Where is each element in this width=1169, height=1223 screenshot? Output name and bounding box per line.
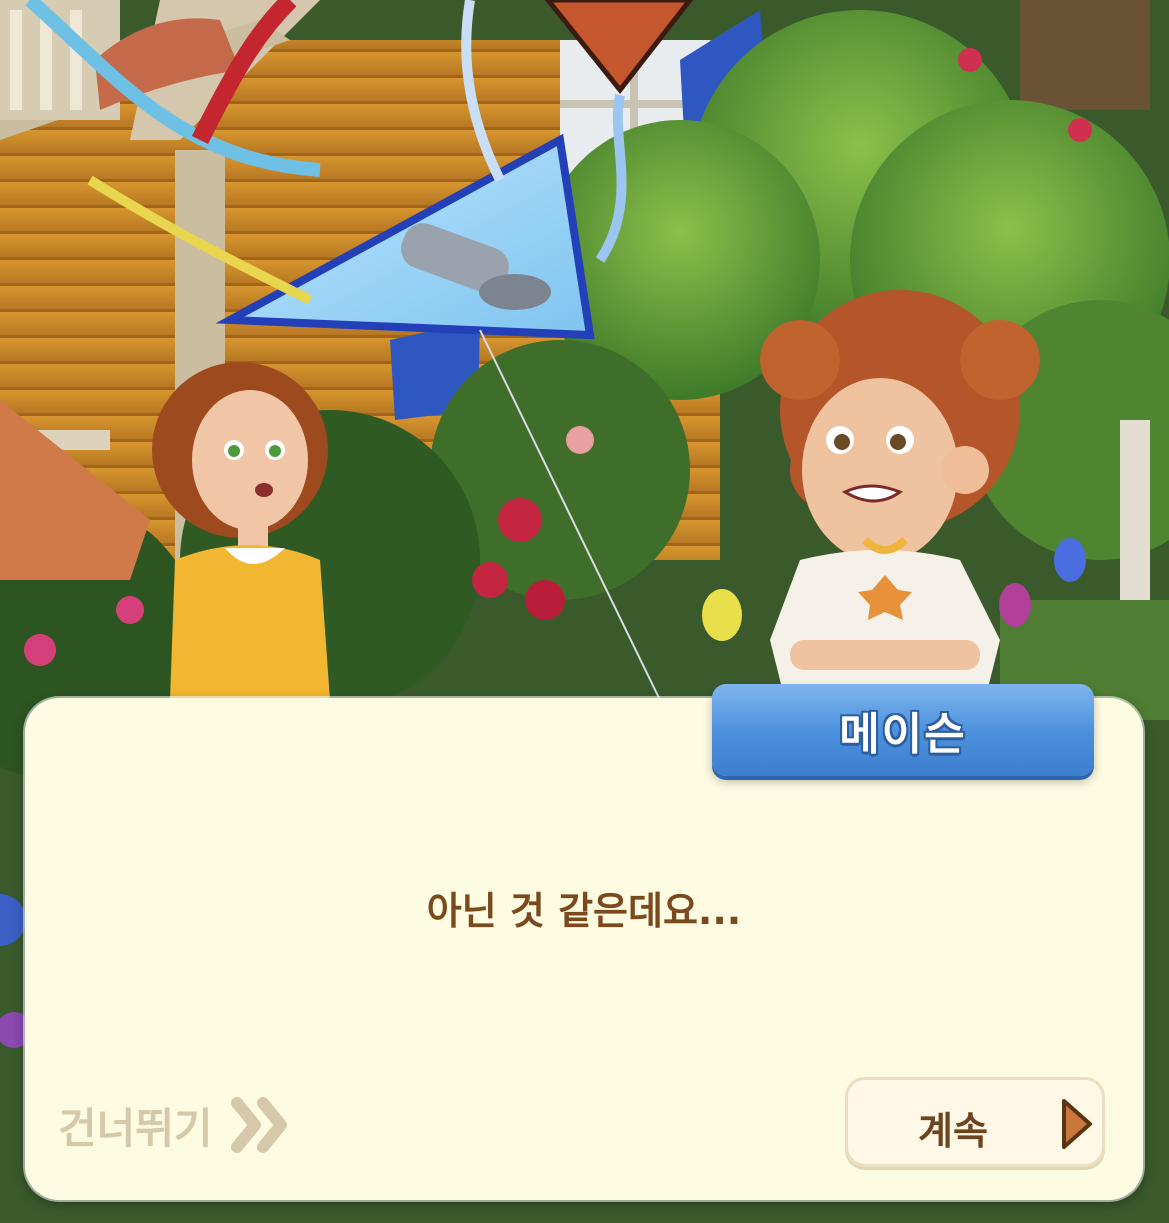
continue-label: 계속 bbox=[918, 1109, 988, 1153]
skip-label: 건너뛰기 bbox=[58, 1103, 213, 1153]
dialog-line: 아닌 것 같은데요... bbox=[426, 889, 742, 933]
play-triangle-icon bbox=[1062, 1099, 1092, 1149]
speaker-name-tag: 메이슨 bbox=[712, 684, 1094, 776]
double-chevron-right-icon bbox=[230, 1097, 287, 1153]
continue-button[interactable]: 계속 bbox=[845, 1077, 1105, 1167]
speaker-name: 메이슨 bbox=[839, 709, 967, 760]
skip-button[interactable]: 건너뛰기 bbox=[58, 1090, 295, 1160]
